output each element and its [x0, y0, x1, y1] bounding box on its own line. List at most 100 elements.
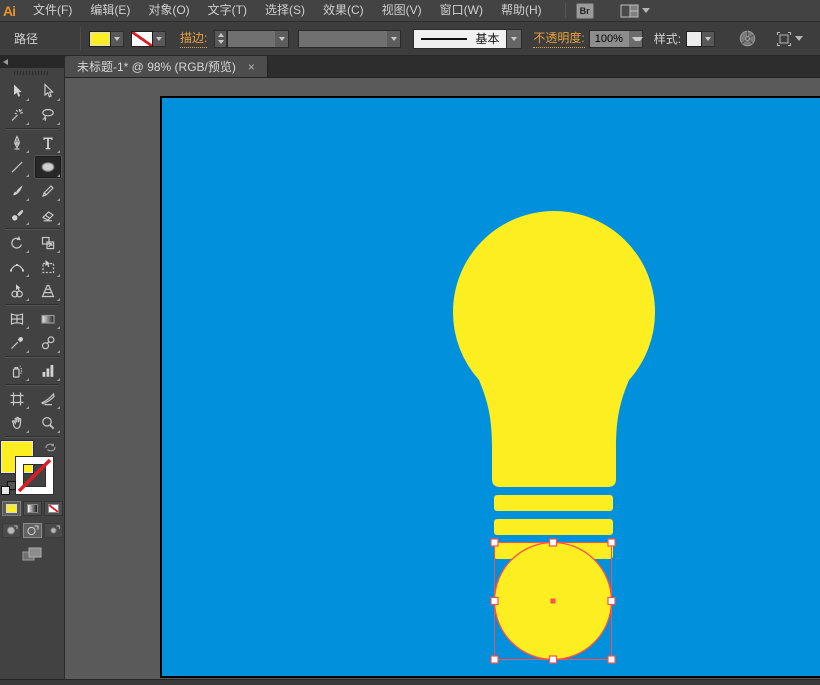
- draw-behind-button[interactable]: [23, 523, 42, 538]
- width-profile-dropdown[interactable]: [298, 30, 401, 48]
- fill-color-dropdown[interactable]: [111, 31, 124, 47]
- line-segment-icon: [9, 159, 25, 175]
- opacity-value: 100%: [590, 33, 623, 45]
- chevron-down-icon: [279, 37, 285, 41]
- blend-tool[interactable]: [35, 332, 61, 354]
- symbol-sprayer-tool[interactable]: [4, 360, 30, 382]
- hand-tool[interactable]: [4, 412, 30, 434]
- zoom-tool[interactable]: [35, 412, 61, 434]
- selection-type-label: 路径: [14, 30, 38, 47]
- draw-normal-button[interactable]: [2, 523, 21, 538]
- stroke-color-chip[interactable]: [131, 31, 153, 47]
- opacity-dropdown[interactable]: 100%: [589, 30, 643, 48]
- recolor-artwork-icon[interactable]: [739, 30, 756, 47]
- menu-window[interactable]: 窗口(W): [431, 0, 492, 21]
- selection-center-point[interactable]: [551, 599, 556, 604]
- bulb-shape[interactable]: [453, 211, 655, 487]
- eyedropper-tool[interactable]: [4, 332, 30, 354]
- free-transform-icon: [40, 259, 56, 275]
- selection-handle[interactable]: [491, 598, 498, 605]
- base-stripe[interactable]: [494, 519, 613, 535]
- slice-tool[interactable]: [35, 388, 61, 410]
- menu-object[interactable]: 对象(O): [139, 0, 198, 21]
- line-segment-tool[interactable]: [4, 156, 30, 178]
- artboard[interactable]: [160, 96, 820, 678]
- style-dropdown[interactable]: [702, 31, 715, 47]
- selection-handle[interactable]: [491, 656, 498, 663]
- draw-inside-button[interactable]: [44, 523, 63, 538]
- perspective-grid-tool[interactable]: [35, 280, 61, 302]
- pen-tool[interactable]: [4, 132, 30, 154]
- none-button[interactable]: [44, 501, 63, 516]
- menu-type[interactable]: 文字(T): [199, 0, 256, 21]
- column-graph-icon: [40, 363, 56, 379]
- brush-definition-dropdown[interactable]: 基本: [413, 29, 507, 49]
- ellipse-tool[interactable]: [35, 156, 61, 178]
- stroke-panel-link[interactable]: 描边:: [180, 29, 207, 48]
- width-tool[interactable]: [4, 256, 30, 278]
- brush-dropdown-arrow[interactable]: [507, 29, 522, 49]
- menu-bar: Ai 文件(F) 编辑(E) 对象(O) 文字(T) 选择(S) 效果(C) 视…: [0, 0, 820, 22]
- bridge-button[interactable]: Br: [576, 3, 594, 19]
- document-tab[interactable]: 未标题-1* @ 98% (RGB/预览) ×: [65, 56, 268, 77]
- selection-handle[interactable]: [491, 539, 498, 546]
- column-graph-tool[interactable]: [35, 360, 61, 382]
- menu-view[interactable]: 视图(V): [373, 0, 431, 21]
- free-transform-tool[interactable]: [35, 256, 61, 278]
- blob-brush-tool[interactable]: [4, 204, 30, 226]
- graphic-style-chip[interactable]: [686, 31, 702, 47]
- pencil-icon: [40, 183, 56, 199]
- eraser-tool[interactable]: [35, 204, 61, 226]
- scale-tool[interactable]: [35, 232, 61, 254]
- toolbar-divider: [5, 228, 59, 229]
- direct-selection-tool[interactable]: [35, 80, 61, 102]
- fill-color-chip[interactable]: [89, 31, 111, 47]
- blend-icon: [40, 335, 56, 351]
- draw-inside-icon: [47, 525, 60, 536]
- type-icon: [40, 135, 56, 151]
- swap-fill-stroke-icon[interactable]: [44, 440, 57, 453]
- collapse-panel-icon[interactable]: [3, 59, 8, 65]
- selection-handle[interactable]: [608, 656, 615, 663]
- selection-handle[interactable]: [608, 598, 615, 605]
- workspace-switcher[interactable]: [620, 4, 650, 18]
- rotate-tool[interactable]: [4, 232, 30, 254]
- stroke-color-dropdown[interactable]: [153, 31, 166, 47]
- stroke-weight-stepper[interactable]: [214, 30, 227, 48]
- menu-effect[interactable]: 效果(C): [314, 0, 373, 21]
- selection-handle[interactable]: [550, 656, 557, 663]
- default-fill-stroke-icon[interactable]: [1, 481, 16, 495]
- color-button[interactable]: [2, 501, 21, 516]
- menu-file[interactable]: 文件(F): [24, 0, 81, 21]
- gradient-button[interactable]: [23, 501, 42, 516]
- paintbrush-tool[interactable]: [4, 180, 30, 202]
- screen-mode-button[interactable]: [0, 547, 64, 562]
- type-tool[interactable]: [35, 132, 61, 154]
- stroke-weight-dropdown[interactable]: [227, 30, 289, 48]
- artboard-tool[interactable]: [4, 388, 30, 410]
- menu-select[interactable]: 选择(S): [256, 0, 314, 21]
- pencil-tool[interactable]: [35, 180, 61, 202]
- selection-handle[interactable]: [608, 539, 615, 546]
- perspective-grid-icon: [40, 283, 56, 299]
- tools-panel: [0, 78, 65, 679]
- opacity-panel-link[interactable]: 不透明度:: [533, 29, 584, 48]
- draw-normal-icon: [5, 525, 18, 536]
- shape-builder-tool[interactable]: [4, 280, 30, 302]
- lasso-tool[interactable]: [35, 104, 61, 126]
- menu-edit[interactable]: 编辑(E): [81, 0, 139, 21]
- selection-handle[interactable]: [550, 539, 557, 546]
- toolbar-divider: [5, 356, 59, 357]
- base-stripe[interactable]: [494, 495, 613, 511]
- gradient-tool[interactable]: [35, 308, 61, 330]
- magic-wand-tool[interactable]: [4, 104, 30, 126]
- menu-help[interactable]: 帮助(H): [492, 0, 551, 21]
- gradient-icon: [40, 311, 56, 327]
- mesh-tool[interactable]: [4, 308, 30, 330]
- tools-panel-grip[interactable]: [14, 71, 50, 75]
- transform-options[interactable]: [776, 31, 803, 47]
- selection-tool[interactable]: [4, 80, 30, 102]
- close-tab-icon[interactable]: ×: [248, 61, 255, 73]
- menubar-divider: [565, 3, 566, 18]
- canvas-area[interactable]: [65, 78, 820, 679]
